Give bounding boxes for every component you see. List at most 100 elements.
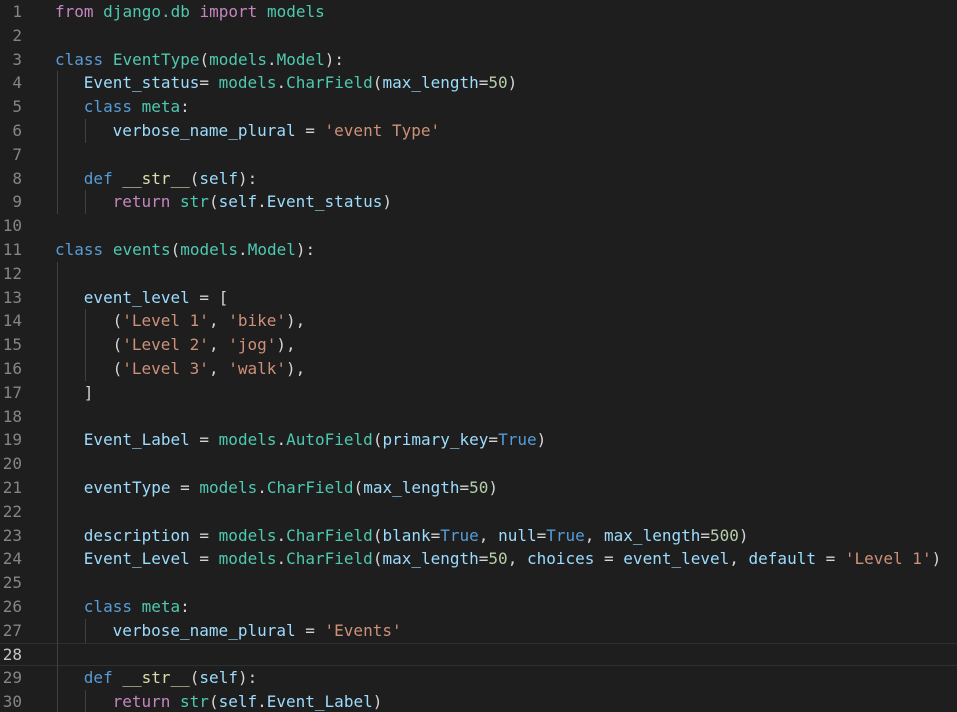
- line-number: 22: [2, 501, 22, 521]
- code-line[interactable]: 25: [0, 571, 957, 595]
- code-token: (: [372, 525, 383, 545]
- code-token: CharField: [286, 73, 373, 93]
- indent-guide: [85, 356, 86, 381]
- code-token: 'Level 2': [122, 335, 209, 355]
- code-text: ('Level 3', 'walk'),: [113, 357, 306, 381]
- code-token: =: [594, 549, 624, 569]
- code-token: Event_status: [83, 73, 200, 93]
- code-line[interactable]: 20: [0, 452, 957, 476]
- line-number: 4: [12, 73, 22, 93]
- code-token: =: [478, 73, 489, 93]
- code-token: .: [276, 525, 287, 545]
- line-number: 30: [2, 692, 22, 712]
- code-token: ,: [208, 358, 229, 378]
- code-token: class: [55, 239, 104, 259]
- code-line[interactable]: 30 return str(self.Event_Label): [0, 690, 957, 712]
- code-line[interactable]: 5 class meta:: [0, 95, 957, 119]
- code-text: class EventType(models.Model):: [55, 48, 344, 72]
- code-line-current[interactable]: 28: [0, 642, 957, 667]
- indent-guide: [57, 285, 58, 310]
- code-token: ,: [478, 525, 499, 545]
- code-line[interactable]: 14 ('Level 1', 'bike'),: [0, 309, 957, 334]
- code-token: CharField: [286, 525, 373, 545]
- line-number: 14: [2, 311, 22, 331]
- code-line[interactable]: 10: [0, 214, 957, 238]
- code-token: AutoField: [286, 430, 373, 450]
- code-line[interactable]: 24 Event_Level = models.CharField(max_len…: [0, 547, 957, 572]
- code-line[interactable]: 26 class meta:: [0, 594, 957, 619]
- code-line[interactable]: 19 Event_Label = models.AutoField(primary…: [0, 428, 957, 453]
- code-token: Event_status: [266, 192, 383, 212]
- code-token: ,: [208, 311, 229, 331]
- code-line[interactable]: 7: [0, 142, 957, 167]
- line-number: 23: [2, 525, 22, 545]
- code-line[interactable]: 18: [0, 404, 957, 429]
- code-line[interactable]: 27 verbose_name_plural = 'Events': [0, 618, 957, 643]
- code-text: from django.db import models: [55, 0, 325, 24]
- line-number: 6: [12, 120, 22, 140]
- code-text: ]: [84, 381, 94, 405]
- code-text: return str(self.Event_Label): [113, 690, 383, 712]
- code-text: eventType = models.CharField(max_length=…: [84, 476, 498, 500]
- code-line[interactable]: 15 ('Level 2', 'jog'),: [0, 333, 957, 357]
- code-editor[interactable]: 1 from django.db import models 2 3 class Eve…: [0, 0, 957, 712]
- code-text: return str(self.Event_status): [113, 190, 392, 214]
- code-line[interactable]: 13 event_level = [: [0, 285, 957, 310]
- code-token: .: [266, 49, 277, 69]
- indent-guide: [57, 71, 58, 96]
- code-text: description = models.CharField(blank=Tru…: [84, 524, 749, 548]
- line-number: 25: [2, 573, 22, 593]
- code-token: Event_Label: [83, 430, 190, 450]
- code-token: __str__: [122, 668, 190, 688]
- code-token: (: [372, 549, 383, 569]
- line-number: 8: [12, 168, 22, 188]
- code-token: models: [266, 2, 325, 21]
- indent-guide: [57, 428, 58, 453]
- indent-guide: [85, 690, 86, 712]
- code-line[interactable]: 22: [0, 499, 957, 524]
- code-token: meta: [141, 596, 181, 616]
- line-number: 24: [2, 549, 22, 569]
- code-line[interactable]: 23 description = models.CharField(blank=T…: [0, 523, 957, 548]
- code-token: = [: [189, 287, 229, 307]
- indent-guide: [85, 190, 86, 215]
- line-number: 11: [2, 239, 22, 259]
- code-line[interactable]: 9 return str(self.Event_status): [0, 190, 957, 215]
- code-token: (: [199, 49, 210, 69]
- code-line[interactable]: 12: [0, 261, 957, 286]
- code-line[interactable]: 16 ('Level 3', 'walk'),: [0, 356, 957, 381]
- code-token: verbose_name_plural: [112, 620, 296, 640]
- code-line[interactable]: 6 verbose_name_plural = 'event Type': [0, 118, 957, 143]
- code-token: class: [83, 97, 132, 117]
- line-number: 12: [2, 263, 22, 283]
- code-line[interactable]: 17]: [0, 380, 957, 405]
- code-token: 'Level 3': [122, 358, 209, 378]
- code-line[interactable]: 1 from django.db import models: [0, 0, 957, 24]
- line-number: 13: [2, 287, 22, 307]
- code-line[interactable]: 29 def __str__(self):: [0, 666, 957, 691]
- indent-guide: [57, 618, 58, 643]
- code-line[interactable]: 11 class events(models.Model):: [0, 238, 957, 262]
- code-token: 'jog': [228, 335, 277, 355]
- code-line[interactable]: 8 def __str__(self):: [0, 166, 957, 191]
- line-number: 17: [2, 382, 22, 402]
- code-token: Model: [247, 239, 296, 259]
- code-token: True: [440, 525, 479, 545]
- indent-guide: [85, 118, 86, 143]
- code-line[interactable]: 4 Event_status= models.CharField(max_leng…: [0, 71, 957, 96]
- code-token: 50: [488, 549, 508, 569]
- code-token: ): [382, 192, 392, 212]
- code-token: models: [218, 73, 277, 93]
- code-line[interactable]: 21 eventType = models.CharField(max_lengt…: [0, 475, 957, 500]
- code-line[interactable]: 3 class EventType(models.Model):: [0, 48, 957, 72]
- code-token: max_length: [604, 525, 701, 545]
- code-line[interactable]: 2: [0, 24, 957, 48]
- code-token: =: [459, 477, 470, 497]
- code-text: def __str__(self):: [84, 666, 257, 690]
- code-token: models: [199, 477, 258, 497]
- code-token: ),: [276, 335, 296, 355]
